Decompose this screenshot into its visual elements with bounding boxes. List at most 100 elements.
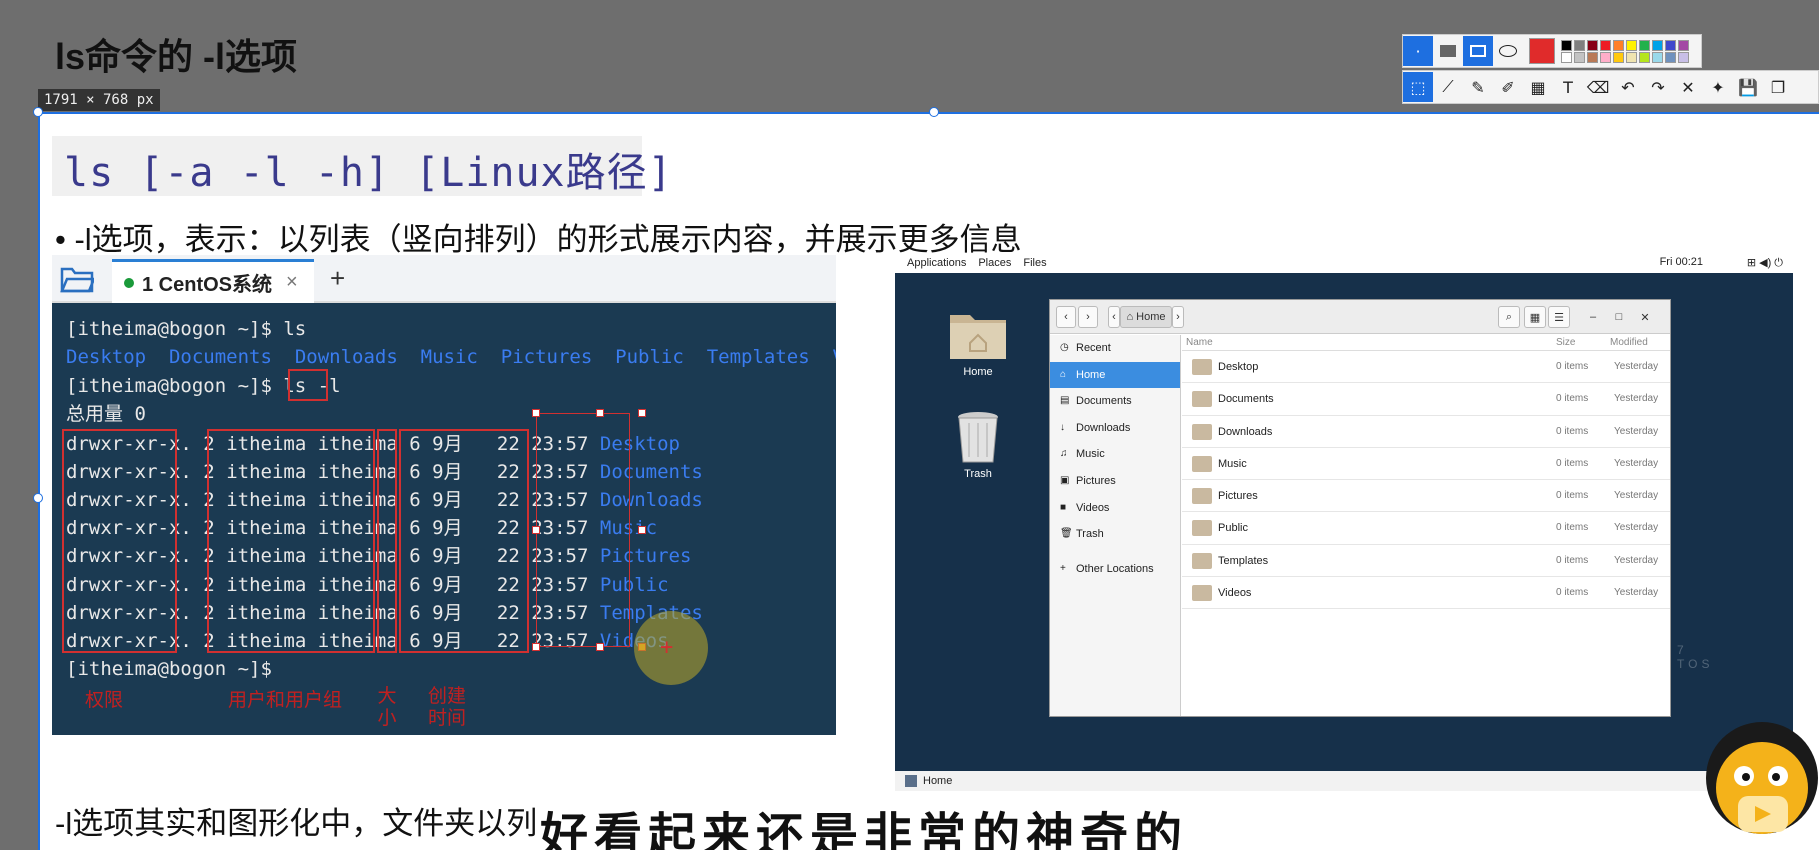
dir-name: Videos xyxy=(833,346,836,368)
color-swatch[interactable] xyxy=(1600,39,1611,51)
eraser-icon[interactable]: ⌫ xyxy=(1583,72,1613,102)
desktop-trash-icon[interactable]: Trash xyxy=(938,411,1018,480)
selection-handle[interactable] xyxy=(596,409,604,417)
color-swatch[interactable] xyxy=(1613,39,1624,51)
color-swatch[interactable] xyxy=(1613,51,1624,63)
color-swatch[interactable] xyxy=(1652,39,1663,51)
close-icon[interactable]: ✕ xyxy=(1673,72,1703,102)
maximize-icon[interactable]: □ xyxy=(1608,306,1630,328)
sidebar-item-videos[interactable]: ■ Videos xyxy=(1050,495,1180,522)
color-swatch[interactable] xyxy=(1678,51,1689,63)
applications-menu[interactable]: Applications xyxy=(907,257,966,269)
sidebar-item-home[interactable]: ⌂ Home xyxy=(1050,361,1180,389)
file-row[interactable]: Templates 0 items Yesterday xyxy=(1182,545,1670,578)
places-menu[interactable]: Places xyxy=(978,257,1011,269)
file-row[interactable]: Downloads 0 items Yesterday xyxy=(1182,416,1670,448)
sidebar-item-pictures[interactable]: ▣ Pictures xyxy=(1050,468,1180,495)
ellipse-icon[interactable] xyxy=(1493,36,1523,66)
folder-icon[interactable] xyxy=(60,265,94,293)
color-swatch[interactable] xyxy=(1665,51,1676,63)
save-icon[interactable]: 💾 xyxy=(1733,72,1763,102)
rect-outline-icon[interactable] xyxy=(1463,36,1493,66)
selected-color-swatch[interactable] xyxy=(1529,38,1555,64)
search-icon[interactable]: ⌕ xyxy=(1498,306,1520,328)
desktop-home-icon[interactable]: Home xyxy=(938,303,1018,378)
color-swatch[interactable] xyxy=(1678,39,1689,51)
color-swatch[interactable] xyxy=(1665,39,1676,51)
video-subtitle: 好看起来还是非常的神奇的 xyxy=(538,809,1189,850)
terminal-output[interactable]: [itheima@bogon ~]$ ls Desktop Documents … xyxy=(52,303,836,735)
mosaic-icon[interactable]: ▦ xyxy=(1523,72,1553,102)
file-row[interactable]: Pictures 0 items Yesterday xyxy=(1182,480,1670,513)
color-swatch[interactable] xyxy=(1639,51,1650,63)
column-size[interactable]: Size xyxy=(1556,337,1575,348)
path-left-button[interactable]: ‹ xyxy=(1108,306,1120,328)
selection-handle[interactable] xyxy=(638,526,646,534)
list-view-icon[interactable]: ☰ xyxy=(1548,306,1570,328)
sidebar-item-recent[interactable]: ◷ Recent xyxy=(1050,335,1180,362)
selection-handle[interactable] xyxy=(638,409,646,417)
highlighter-icon[interactable]: ✐ xyxy=(1493,72,1523,102)
selection-handle[interactable] xyxy=(532,643,540,651)
tab-centos[interactable]: 1 CentOS系统 × xyxy=(112,259,314,303)
color-swatch[interactable] xyxy=(1626,51,1637,63)
file-row[interactable]: Public 0 items Yesterday xyxy=(1182,512,1670,545)
minimize-icon[interactable]: – xyxy=(1582,306,1604,328)
file-row[interactable]: Videos 0 items Yesterday xyxy=(1182,577,1670,610)
selection-handle[interactable] xyxy=(532,526,540,534)
sidebar-item-documents[interactable]: ▤ Documents xyxy=(1050,388,1180,415)
file-row[interactable]: Desktop 0 items Yesterday xyxy=(1182,351,1670,384)
resize-handle[interactable] xyxy=(33,107,43,117)
text-icon[interactable]: T xyxy=(1553,72,1583,102)
sidebar-item-downloads[interactable]: ↓ Downloads xyxy=(1050,415,1180,442)
file-name: Public xyxy=(1218,522,1248,535)
color-swatch[interactable] xyxy=(1639,39,1650,51)
select-icon[interactable]: ⬚ xyxy=(1403,72,1433,102)
taskbar-home-item[interactable]: Home xyxy=(923,775,952,787)
close-icon[interactable]: ✕ xyxy=(1634,306,1656,328)
grid-view-icon[interactable]: ▦ xyxy=(1524,306,1546,328)
color-swatch[interactable] xyxy=(1587,51,1598,63)
redo-icon[interactable]: ↷ xyxy=(1643,72,1673,102)
color-swatch[interactable] xyxy=(1574,51,1585,63)
color-swatch[interactable] xyxy=(1626,39,1637,51)
color-swatch[interactable] xyxy=(1587,39,1598,51)
path-home-button[interactable]: ⌂ Home xyxy=(1120,306,1172,328)
path-right-button[interactable]: › xyxy=(1172,306,1184,328)
file-row[interactable]: Documents 0 items Yesterday xyxy=(1182,383,1670,416)
sidebar-item-music[interactable]: ♫ Music xyxy=(1050,441,1180,468)
new-tab-button[interactable]: + xyxy=(330,263,345,294)
pin-icon[interactable]: ✦ xyxy=(1703,72,1733,102)
undo-icon[interactable]: ↶ xyxy=(1613,72,1643,102)
sidebar-item-other-locations[interactable]: + Other Locations xyxy=(1050,556,1180,583)
sidebar-item-trash[interactable]: 🗑 Trash xyxy=(1050,521,1180,548)
toolbar-row-tools: ⬚ ⟋ ✎ ✐ ▦ T ⌫ ↶ ↷ ✕ ✦ 💾 ❐ xyxy=(1402,70,1819,104)
polyline-icon[interactable]: ⟋ xyxy=(1433,72,1463,102)
column-name[interactable]: Name xyxy=(1186,337,1213,348)
cursor-icon[interactable]: · xyxy=(1403,36,1433,66)
resize-handle[interactable] xyxy=(929,107,939,117)
copy-icon[interactable]: ❐ xyxy=(1763,72,1793,102)
rect-filled-icon[interactable] xyxy=(1433,36,1463,66)
back-button[interactable]: ‹ xyxy=(1056,306,1076,328)
selection-box[interactable] xyxy=(536,413,630,647)
home-folder-icon xyxy=(950,315,1006,359)
close-tab-icon[interactable]: × xyxy=(286,271,298,294)
forward-button[interactable]: › xyxy=(1078,306,1098,328)
resize-handle[interactable] xyxy=(33,493,43,503)
file-size: 0 items xyxy=(1556,587,1589,599)
color-swatch[interactable] xyxy=(1561,51,1572,63)
files-menu[interactable]: Files xyxy=(1023,257,1046,269)
clock[interactable]: Fri 00:21 xyxy=(1660,256,1703,268)
system-tray-icons[interactable]: ⊞ ◀) ⏻ xyxy=(1747,256,1783,270)
column-modified[interactable]: Modified xyxy=(1610,337,1648,348)
pen-icon[interactable]: ✎ xyxy=(1463,72,1493,102)
color-swatch[interactable] xyxy=(1574,39,1585,51)
file-manager-window: ‹ › ‹ ⌂ Home › ⌕ ▦ ☰ – □ ✕ ◷ Recent ⌂ Home ▤… xyxy=(1049,299,1671,717)
file-row[interactable]: Music 0 items Yesterday xyxy=(1182,448,1670,481)
selection-handle[interactable] xyxy=(532,409,540,417)
color-swatch[interactable] xyxy=(1600,51,1611,63)
color-swatch[interactable] xyxy=(1652,51,1663,63)
color-swatch[interactable] xyxy=(1561,39,1572,51)
selection-handle[interactable] xyxy=(596,643,604,651)
